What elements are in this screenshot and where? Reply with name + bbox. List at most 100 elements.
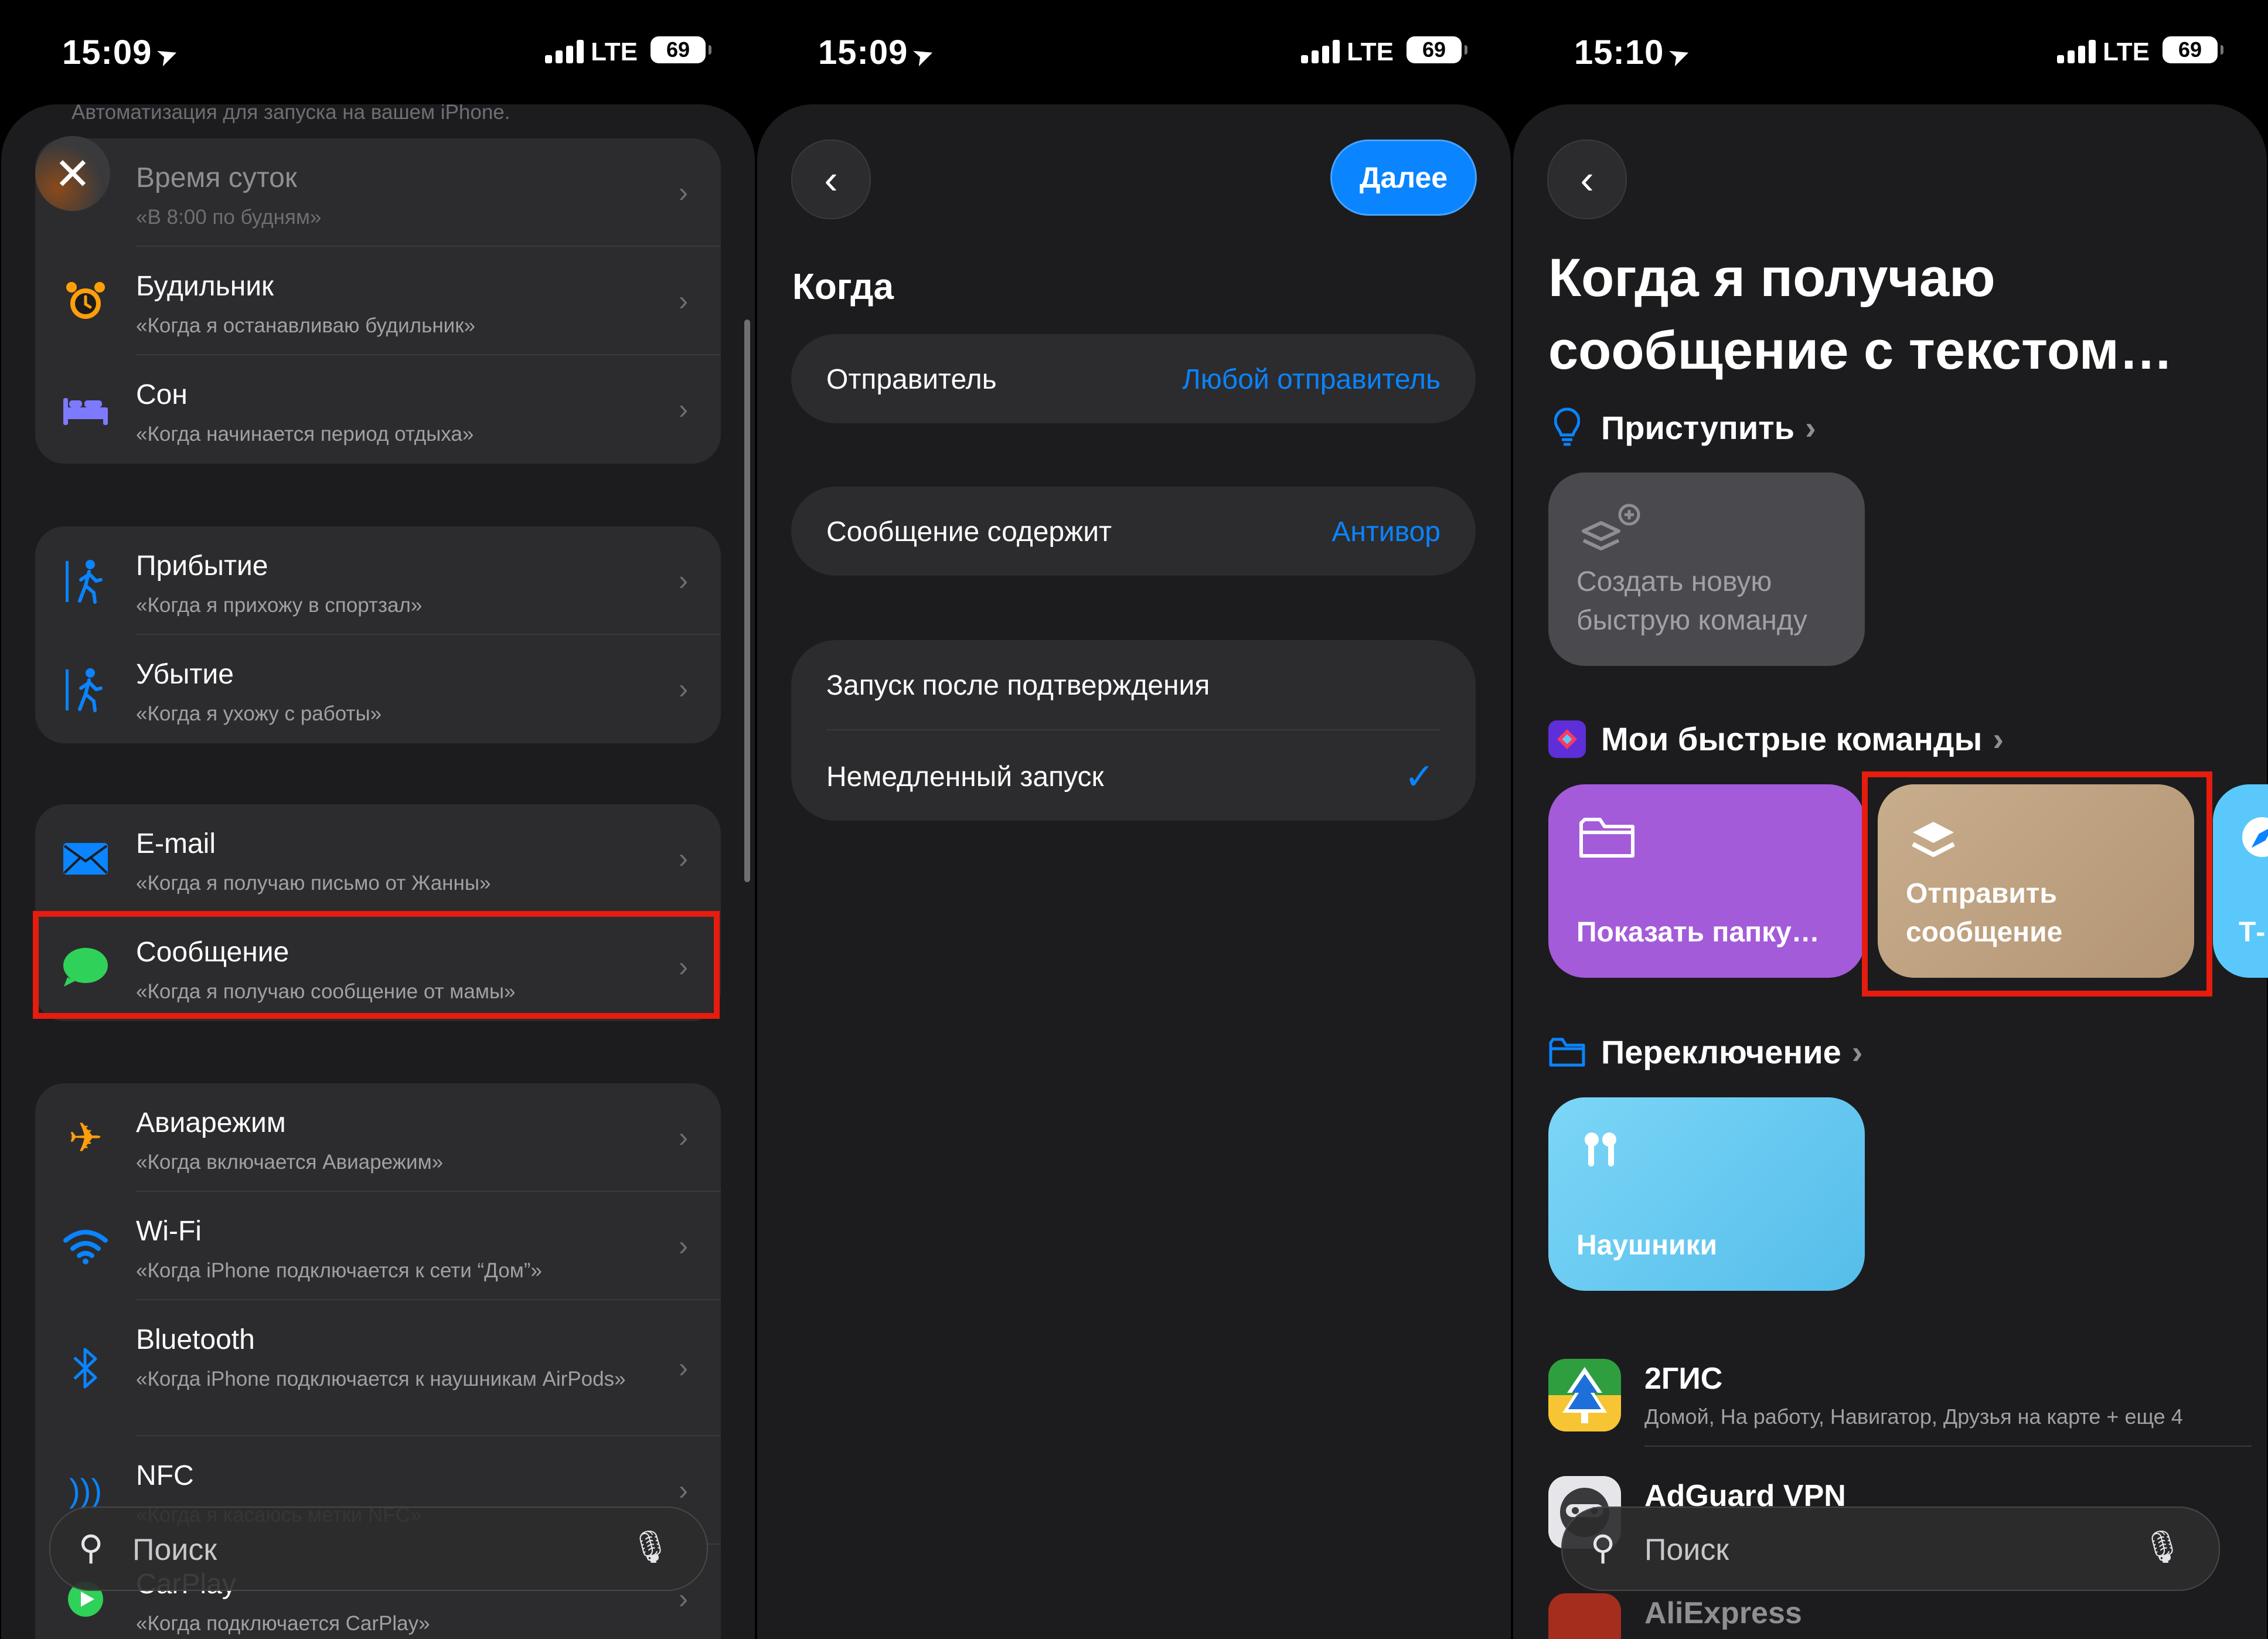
status-time: 15:10 bbox=[1574, 33, 1664, 72]
trigger-subtitle: «В 8:00 по будням» bbox=[136, 206, 322, 229]
option-run-after-confirm[interactable]: Запуск после подтверждения bbox=[826, 669, 1210, 702]
page-title: Когда я получаю сообщение с текстом… bbox=[1548, 248, 2173, 380]
chevron-right-icon: › bbox=[1805, 409, 1816, 446]
app-shortcuts: Домой, На работу, Навигатор, Друзья на к… bbox=[1644, 1405, 2183, 1429]
divider bbox=[826, 729, 1441, 730]
sender-row[interactable]: Отправитель Любой отправитель bbox=[791, 334, 1476, 423]
status-bar: 15:09➤ LTE 69 bbox=[0, 29, 756, 76]
location-arrow-icon: ➤ bbox=[152, 38, 183, 73]
next-button[interactable]: Далее bbox=[1330, 140, 1477, 216]
trigger-email[interactable]: E-mail «Когда я получаю письмо от Жанны»… bbox=[35, 804, 721, 913]
top-hint: Автоматизация для запуска на вашем iPhon… bbox=[71, 104, 510, 124]
back-button[interactable]: ‹ bbox=[791, 140, 871, 219]
tile-headphones[interactable]: Наушники bbox=[1548, 1097, 1865, 1291]
airpods-icon bbox=[1578, 1127, 1625, 1185]
app-name: AliExpress bbox=[1644, 1596, 1802, 1630]
microphone-icon[interactable]: 🎙 bbox=[630, 1529, 670, 1566]
status-time: 15:09 bbox=[818, 33, 908, 72]
battery-icon: 69 bbox=[2163, 36, 2223, 63]
section-get-started[interactable]: Приступить › bbox=[1548, 407, 1816, 448]
scrollbar[interactable] bbox=[744, 319, 750, 882]
folder-icon bbox=[1578, 814, 1636, 872]
status-time: 15:09 bbox=[62, 33, 152, 72]
trigger-arrive[interactable]: Прибытие «Когда я прихожу в спортзал» › bbox=[35, 526, 721, 635]
tile-create-new-shortcut[interactable]: Создать новую быструю команду bbox=[1548, 472, 1865, 666]
chevron-right-icon: › bbox=[679, 843, 688, 874]
chevron-right-icon: › bbox=[679, 394, 688, 425]
panel-trigger-config: 15:09➤ LTE 69 ‹ Далее Когда Отправитель … bbox=[756, 0, 1512, 1639]
back-button[interactable]: ‹ bbox=[1547, 140, 1627, 219]
checkmark-icon: ✓ bbox=[1404, 757, 1435, 797]
trigger-airplane[interactable]: ✈ Авиарежим «Когда включается Авиарежим»… bbox=[35, 1083, 721, 1192]
alarm-icon bbox=[59, 274, 113, 328]
network-type: LTE bbox=[2103, 38, 2150, 66]
trigger-leave[interactable]: Убытие «Когда я ухожу с работы» › bbox=[35, 635, 721, 743]
trigger-sleep[interactable]: Сон «Когда начинается период отдыха» › bbox=[35, 355, 721, 464]
signal-icon bbox=[545, 40, 585, 63]
trigger-alarm[interactable]: Будильник «Когда я останавливаю будильни… bbox=[35, 247, 721, 355]
trigger-title: Время суток bbox=[136, 162, 297, 193]
2gis-app-icon bbox=[1548, 1359, 1621, 1431]
search-input[interactable]: Поиск bbox=[1644, 1532, 1729, 1567]
app-row-2gis[interactable]: 2ГИС Домой, На работу, Навигатор, Друзья… bbox=[1548, 1348, 2252, 1465]
trigger-subtitle: «Когда я останавливаю будильник» bbox=[136, 314, 475, 337]
section-switch[interactable]: Переключение › bbox=[1548, 1033, 1862, 1071]
trigger-title: Bluetooth bbox=[136, 1324, 255, 1355]
highlight-message-trigger bbox=[33, 911, 720, 1019]
option-run-immediately[interactable]: Немедленный запуск bbox=[826, 761, 1104, 793]
section-label: Приступить bbox=[1601, 409, 1795, 446]
chevron-left-icon: ‹ bbox=[824, 157, 838, 202]
battery-icon: 69 bbox=[651, 36, 711, 63]
sender-label: Отправитель bbox=[826, 364, 997, 395]
trigger-bluetooth[interactable]: Bluetooth «Когда iPhone подключается к н… bbox=[35, 1300, 721, 1436]
tile-third-shortcut[interactable]: Т- bbox=[2213, 784, 2268, 978]
walk-out-icon bbox=[59, 662, 113, 716]
search-icon: ⚲ bbox=[1591, 1529, 1616, 1567]
trigger-subtitle: «Когда я прихожу в спортзал» bbox=[136, 594, 423, 617]
app-row-aliexpress[interactable]: AliExpress bbox=[1548, 1583, 2252, 1639]
battery-icon: 69 bbox=[1407, 36, 1467, 63]
contains-label: Сообщение содержит bbox=[826, 516, 1112, 548]
app-name: 2ГИС bbox=[1644, 1362, 1723, 1396]
close-button[interactable]: ✕ bbox=[35, 136, 110, 211]
location-arrow-icon: ➤ bbox=[908, 38, 939, 73]
signal-icon bbox=[1301, 40, 1341, 63]
trigger-wifi[interactable]: Wi-Fi «Когда iPhone подключается к сети … bbox=[35, 1192, 721, 1300]
microphone-icon[interactable]: 🎙 bbox=[2142, 1529, 2182, 1566]
trigger-title: Прибытие bbox=[136, 550, 268, 582]
tile-label: Т- bbox=[2239, 917, 2266, 948]
search-bar[interactable]: ⚲ Поиск 🎙 bbox=[1561, 1507, 2220, 1591]
close-icon: ✕ bbox=[54, 149, 91, 199]
contains-value[interactable]: Антивор bbox=[1331, 516, 1441, 548]
section-my-shortcuts[interactable]: Мои быстрые команды › bbox=[1548, 720, 2004, 758]
section-label: Переключение bbox=[1601, 1033, 1841, 1070]
airplane-icon: ✈ bbox=[68, 1114, 103, 1161]
walk-in-icon bbox=[59, 554, 113, 608]
run-options: Запуск после подтверждения Немедленный з… bbox=[791, 640, 1476, 821]
highlight-send-message-tile bbox=[1862, 771, 2212, 997]
contains-row[interactable]: Сообщение содержит Антивор bbox=[791, 487, 1476, 576]
trigger-subtitle: «Когда iPhone подключается к наушникам A… bbox=[136, 1368, 626, 1390]
chevron-right-icon: › bbox=[679, 177, 688, 208]
chevron-right-icon: › bbox=[679, 565, 688, 596]
trigger-title: Wi-Fi bbox=[136, 1216, 202, 1247]
tile-show-folder[interactable]: Показать папку… bbox=[1548, 784, 1865, 978]
tile-label: Создать новую быструю команду bbox=[1576, 566, 1807, 636]
section-label: Мои быстрые команды bbox=[1601, 720, 1983, 757]
panel-trigger-list: 15:09➤ LTE 69 Автоматизация для запуска … bbox=[0, 0, 756, 1639]
signal-icon bbox=[2057, 40, 2097, 63]
search-bar[interactable]: ⚲ Поиск 🎙 bbox=[49, 1507, 708, 1591]
trigger-time-of-day[interactable]: Время суток «В 8:00 по будням» › bbox=[35, 138, 721, 247]
layers-plus-icon bbox=[1578, 502, 1642, 572]
bluetooth-icon bbox=[59, 1341, 113, 1395]
chevron-right-icon: › bbox=[679, 285, 688, 317]
chevron-right-icon: › bbox=[679, 1475, 688, 1506]
location-arrow-icon: ➤ bbox=[1664, 38, 1695, 73]
section-title: Когда bbox=[792, 267, 894, 307]
trigger-group-location: Прибытие «Когда я прихожу в спортзал» › … bbox=[35, 526, 721, 743]
sender-value[interactable]: Любой отправитель bbox=[1182, 363, 1441, 396]
search-input[interactable]: Поиск bbox=[132, 1532, 217, 1567]
network-type: LTE bbox=[591, 38, 638, 66]
trigger-title: Сон bbox=[136, 379, 188, 410]
chevron-right-icon: › bbox=[679, 1352, 688, 1384]
